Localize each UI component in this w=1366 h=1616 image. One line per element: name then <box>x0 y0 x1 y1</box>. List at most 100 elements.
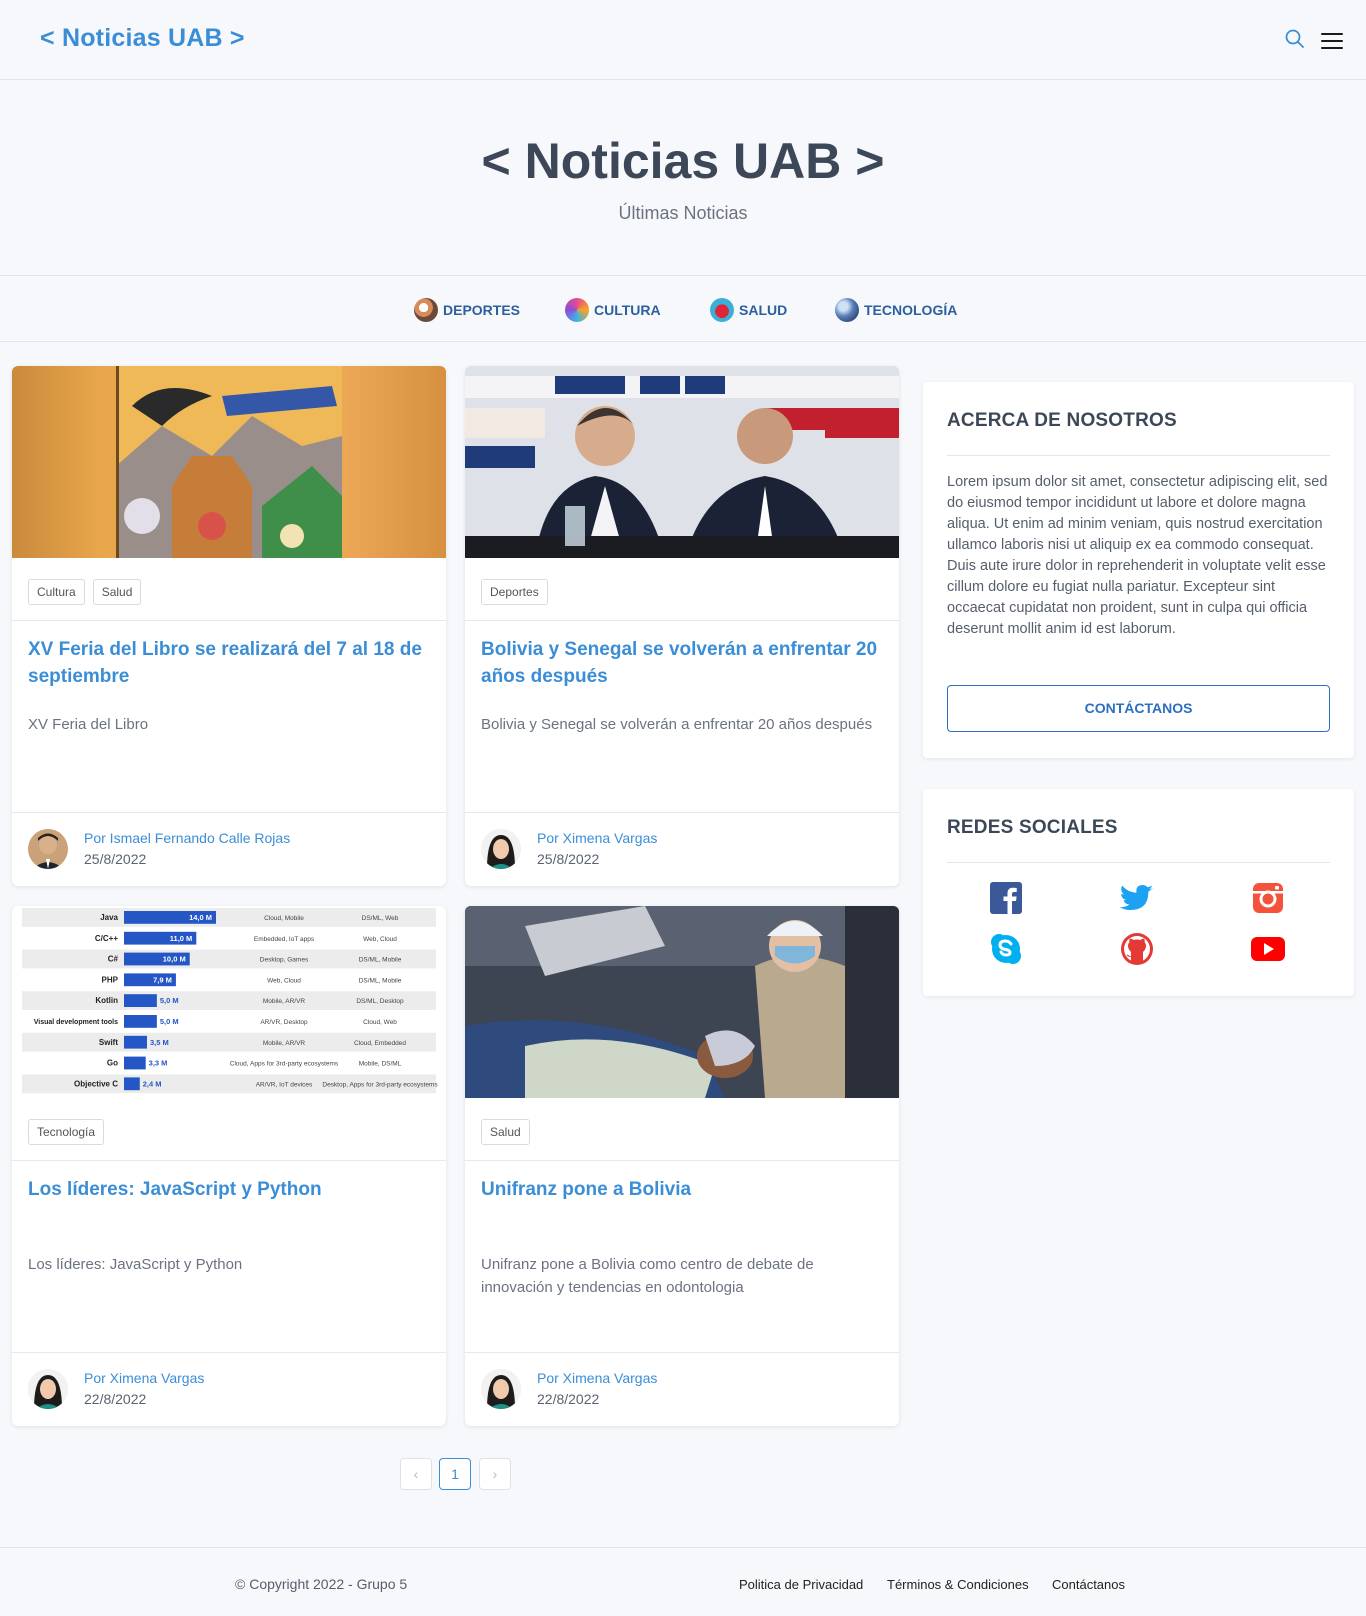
contact-button[interactable]: CONTÁCTANOS <box>947 685 1330 732</box>
divider <box>947 862 1330 863</box>
category-deportes[interactable]: DEPORTES <box>414 298 520 322</box>
chart-category-label: Kotlin <box>95 996 118 1005</box>
author-link[interactable]: Por Ximena Vargas <box>84 1370 204 1386</box>
news-image[interactable] <box>465 366 899 558</box>
social-title: REDES SOCIALES <box>947 817 1118 838</box>
skype-icon[interactable] <box>988 931 1024 967</box>
tag[interactable]: Tecnología <box>28 1119 105 1145</box>
news-card[interactable]: Deportes Bolivia y Senegal se volverán a… <box>465 366 899 886</box>
dentist-photo <box>465 906 899 1098</box>
chart-col1-label: Cloud, Mobile <box>264 915 304 922</box>
divider <box>465 620 899 621</box>
tag[interactable]: Salud <box>481 1119 530 1145</box>
tag-list: Cultura Salud <box>28 579 142 605</box>
chart-value-label: 7,9 M <box>153 975 172 984</box>
menu-icon[interactable] <box>1321 33 1343 49</box>
brand-link[interactable]: < Noticias UAB > <box>40 24 245 53</box>
chart-bar <box>124 1035 147 1049</box>
pagination-prev[interactable]: ‹ <box>400 1458 432 1490</box>
search-icon[interactable] <box>1284 28 1306 50</box>
twitter-icon[interactable] <box>1119 880 1155 916</box>
chart-category-label: C/C++ <box>95 934 118 943</box>
chart-value-label: 14,0 M <box>189 913 212 922</box>
chart-bar <box>124 1077 140 1091</box>
chart-col2-label: DS/ML, Desktop <box>356 998 404 1005</box>
divider <box>465 1160 899 1161</box>
chart-category-label: Go <box>107 1059 118 1068</box>
culture-icon <box>565 298 589 322</box>
soccer-ball-icon <box>414 298 438 322</box>
author-link[interactable]: Por Ismael Fernando Calle Rojas <box>84 830 290 846</box>
instagram-icon[interactable] <box>1250 880 1286 916</box>
divider <box>465 1352 899 1353</box>
tag-list: Tecnología <box>28 1119 105 1145</box>
divider <box>12 1352 446 1353</box>
news-title[interactable]: XV Feria del Libro se realizará del 7 al… <box>28 636 428 690</box>
news-card[interactable]: Java 14,0 M Cloud, Mobile DS/ML, Web C/C++ 11… <box>12 906 446 1426</box>
avatar <box>481 829 521 869</box>
github-icon[interactable] <box>1119 931 1155 967</box>
category-tecnologia[interactable]: TECNOLOGÍA <box>835 298 957 322</box>
post-date: 22/8/2022 <box>84 1391 147 1407</box>
globe-tech-icon <box>835 298 859 322</box>
chart-value-label: 2,4 M <box>143 1079 162 1088</box>
chart-col1-label: AR/VR, IoT devices <box>256 1081 313 1088</box>
facebook-icon[interactable] <box>988 880 1024 916</box>
footer-link-contact[interactable]: Contáctanos <box>1052 1577 1125 1592</box>
chart-value-label: 10,0 M <box>163 955 186 964</box>
news-card[interactable]: Salud Unifranz pone a Bolivia Unifranz p… <box>465 906 899 1426</box>
about-text: Lorem ipsum dolor sit amet, consectetur … <box>947 474 1328 637</box>
chart-category-label: Java <box>100 913 118 922</box>
chart-col1-label: Mobile, AR/VR <box>263 998 306 1005</box>
news-title[interactable]: Los líderes: JavaScript y Python <box>28 1176 428 1203</box>
news-card[interactable]: Cultura Salud XV Feria del Libro se real… <box>12 366 446 886</box>
divider <box>12 812 446 813</box>
chart-col2-label: DS/ML, Web <box>362 915 399 922</box>
category-label: DEPORTES <box>443 302 521 318</box>
footer-link-privacy[interactable]: Politica de Privacidad <box>739 1577 863 1592</box>
news-description: XV Feria del Libro <box>28 716 149 733</box>
tag[interactable]: Cultura <box>28 579 85 605</box>
chart-col1-label: Mobile, AR/VR <box>263 1040 306 1047</box>
pagination-page-1[interactable]: 1 <box>439 1458 471 1490</box>
divider <box>12 620 446 621</box>
author-link[interactable]: Por Ximena Vargas <box>537 830 657 846</box>
news-description: Bolivia y Senegal se volverán a enfrenta… <box>481 716 873 733</box>
chart-value-label: 5,0 M <box>160 1017 179 1026</box>
youtube-icon[interactable] <box>1250 931 1286 967</box>
chart-category-label: Objective C <box>74 1079 118 1088</box>
category-bar: DEPORTES CULTURA SALUD TECNOLOGÍA <box>0 276 1366 342</box>
chart-bar <box>124 994 157 1007</box>
chart-col2-label: DS/ML, Mobile <box>359 977 402 984</box>
news-title[interactable]: Unifranz pone a Bolivia <box>481 1176 881 1203</box>
news-title[interactable]: Bolivia y Senegal se volverán a enfrenta… <box>481 636 881 690</box>
category-label: SALUD <box>739 302 788 318</box>
book-fair-poster <box>116 366 342 558</box>
news-image[interactable]: Java 14,0 M Cloud, Mobile DS/ML, Web C/C++ 11… <box>12 906 446 1098</box>
category-cultura[interactable]: CULTURA <box>565 298 661 322</box>
chart-col1-label: AR/VR, Desktop <box>260 1019 308 1026</box>
chart-col1-label: Desktop, Games <box>260 957 309 964</box>
tag[interactable]: Salud <box>92 579 142 605</box>
category-salud[interactable]: SALUD <box>710 298 787 322</box>
chart-value-label: 3,5 M <box>150 1038 169 1047</box>
news-image[interactable] <box>12 366 446 558</box>
news-image[interactable] <box>465 906 899 1098</box>
chart-value-label: 3,3 M <box>149 1059 168 1068</box>
author-link[interactable]: Por Ximena Vargas <box>537 1370 657 1386</box>
news-description: Los líderes: JavaScript y Python <box>28 1256 243 1273</box>
category-label: CULTURA <box>594 302 661 318</box>
tag-list: Deportes <box>481 579 548 605</box>
language-chart: Java 14,0 M Cloud, Mobile DS/ML, Web C/C++ 11… <box>22 908 438 1094</box>
post-date: 25/8/2022 <box>84 851 147 867</box>
chart-col2-label: Cloud, Embedded <box>354 1040 406 1047</box>
tag[interactable]: Deportes <box>481 579 548 605</box>
chart-col2-label: DS/ML, Mobile <box>359 957 402 964</box>
pagination-next[interactable]: › <box>479 1458 511 1490</box>
page-title: < Noticias UAB > <box>481 133 885 189</box>
post-date: 22/8/2022 <box>537 1391 600 1407</box>
chart-category-label: C# <box>108 955 119 964</box>
chart-category-label: Swift <box>99 1038 118 1047</box>
footer-link-terms[interactable]: Términos & Condiciones <box>887 1577 1029 1592</box>
avatar <box>481 1369 521 1409</box>
